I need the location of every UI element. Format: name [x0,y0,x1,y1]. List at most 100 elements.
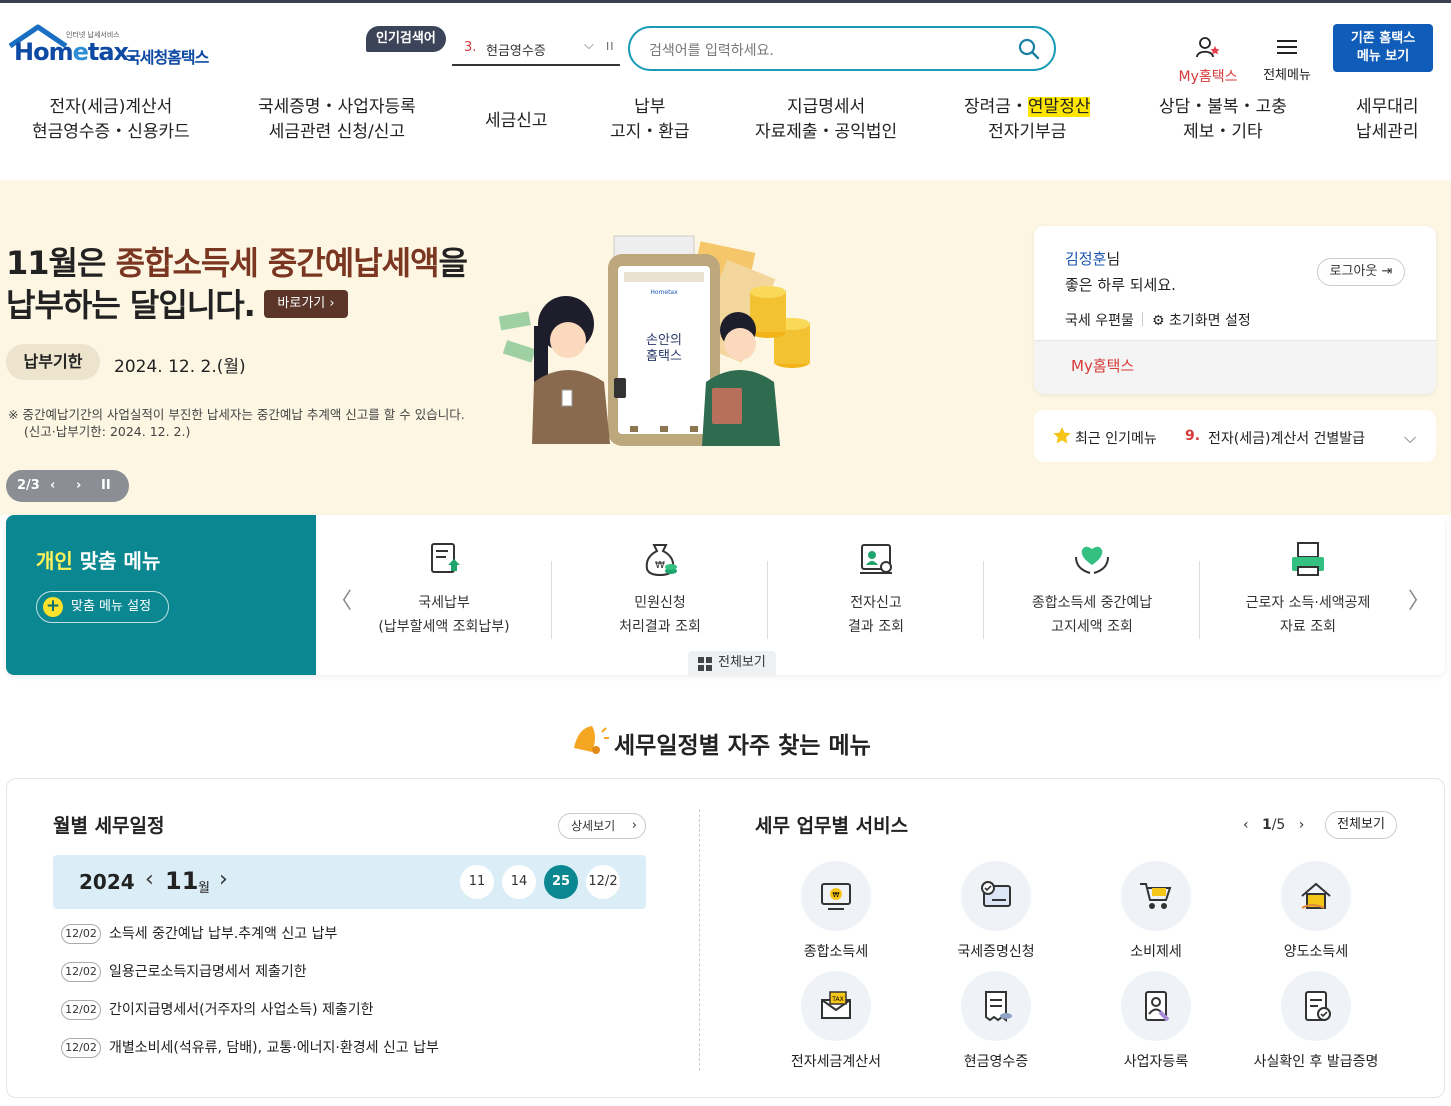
calendar-day[interactable]: 11 [460,865,494,899]
menu-card-e-filing-result[interactable]: 전자신고 결과 조회 [768,539,984,639]
all-menu-label: 전체메뉴 [1263,68,1311,83]
nav-e-invoice[interactable]: 전자(세금)계산서 현금영수증・신용카드 [32,95,190,145]
personal-menu: 개인 맞춤 메뉴 + 맞춤 메뉴 설정 〈 〉 국세납부 (납부할세액 조회납부) … [6,515,1445,675]
old-home-line2: 메뉴 보기 [1356,49,1410,64]
hamburger-icon [1277,40,1297,54]
top-border [0,0,1451,3]
nav-tax-agent[interactable]: 세무대리 납세관리 [1356,95,1419,145]
prev-month-icon[interactable]: ‹ [145,867,154,892]
shopping-cart-icon [1140,883,1172,909]
pause-icon[interactable]: II [606,40,615,53]
nav-certificate[interactable]: 국세증명・사업자등록 세금관련 신청/신고 [258,95,416,145]
user-star-icon [1196,37,1220,58]
calendar-day-selected[interactable]: 25 [544,865,578,899]
my-hometax-button[interactable]: My홈택스 [1174,36,1242,86]
grid-icon [698,657,712,671]
recent-label: 최근 인기메뉴 [1075,431,1157,447]
calendar-day[interactable]: 12/2 [586,865,620,899]
banner-page-indicator: 2/3 [17,478,40,493]
banner-go-button[interactable]: 바로가기 › [264,290,348,318]
bell-icon [574,726,609,754]
phone-text-1: 손안의 [646,333,682,348]
next-arrow-icon[interactable]: › [76,478,81,493]
main-navigation: 전자(세금)계산서 현금영수증・신용카드 국세증명・사업자등록 세금관련 신청/신고… [0,95,1451,151]
menu-card-civil-result[interactable]: ₩ 민원신청 처리결과 조회 [552,539,768,639]
calendar-day[interactable]: 14 [502,865,536,899]
calendar-detail-button[interactable]: 상세보기 › [558,813,646,839]
verified-document-icon [1305,991,1331,1021]
personal-all-view-button[interactable]: 전체보기 [688,651,776,675]
nav-payment[interactable]: 납부 고지・환급 [610,95,690,145]
banner-note: ※ 중간예납기간의 사업실적이 부진한 납세자는 중간예납 추계액 신고를 할 … [8,407,465,439]
plus-icon: + [43,597,63,617]
chevron-right-icon: › [631,818,637,833]
hometax-logo[interactable]: 인터넷 납세서비스 Hometax. 국세청홈택스 [8,24,228,76]
service-cash-receipt[interactable]: 현금영수증 [916,971,1076,1071]
service-certificate[interactable]: 국세증명신청 [916,861,1076,961]
certificate-icon [981,881,1011,907]
popular-rank-text[interactable]: 현금영수증 [486,40,546,59]
divider [1142,312,1143,326]
service-consumption-tax[interactable]: 소비제세 [1076,861,1236,961]
heart-hands-icon [1075,546,1109,574]
section-title-text: 세무일정별 자주 찾는 메뉴 [614,733,871,759]
recent-popular-menu[interactable]: 최근 인기메뉴 9. 전자(세금)계산서 건별발급 ⌵ [1034,410,1436,462]
nav-payment-statement[interactable]: 지급명세서 자료제출・공익법인 [755,95,897,145]
custom-menu-setting-button[interactable]: + 맞춤 메뉴 설정 [36,591,169,623]
my-hometax-label: My홈택스 [1178,69,1238,85]
search-input[interactable]: 검색어를 입력하세요. [649,40,774,60]
nav-consult[interactable]: 상담・불복・고충 제보・기타 [1159,95,1287,145]
schedule-item[interactable]: 12/02 일용근로소득지급명세서 제출기한 [61,961,307,982]
banner-illustration: Hometax 손안의 홈택스 [494,232,824,461]
schedule-item[interactable]: 12/02 개별소비세(석유류, 담배), 교통·에너지·환경세 신고 납부 [61,1037,439,1058]
menu-card-interim-prepayment[interactable]: 종합소득세 중간예납 고지세액 조회 [984,539,1200,639]
next-arrow-icon[interactable]: › [1299,817,1305,833]
service-income-tax[interactable]: ₩ 종합소득세 [756,861,916,961]
money-bag-icon: ₩ [645,544,677,577]
recent-text[interactable]: 전자(세금)계산서 건별발급 [1208,428,1365,448]
old-hometax-button[interactable]: 기존 홈택스 메뉴 보기 [1333,24,1433,72]
nav-year-end[interactable]: 장려금・연말정산 전자기부금 [964,95,1091,145]
search-icon[interactable] [1018,38,1040,64]
logout-icon: ⇥ [1381,264,1393,279]
home-settings-link[interactable]: ⚙ 초기화면 설정 [1152,310,1251,330]
main-banner: 11월은 종합소득세 중간예납세액을 납부하는 달입니다. 바로가기 › 납부기… [0,180,1451,515]
all-menu-button[interactable]: 전체메뉴 [1258,38,1316,83]
service-e-tax-invoice[interactable]: TAX 전자세금계산서 [756,971,916,1071]
menu-card-tax-payment[interactable]: 국세납부 (납부할세액 조회납부) [336,539,552,639]
next-month-icon[interactable]: › [219,867,228,892]
schedule-item[interactable]: 12/02 간이지급명세서(거주자의 사업소득) 제출기한 [61,999,374,1020]
logo-brand: Hometax. [14,38,137,66]
section-title: 세무일정별 자주 찾는 메뉴 [568,718,871,762]
svg-text:Hometax: Hometax [650,289,678,296]
calendar-title: 월별 세무일정 [53,815,165,837]
bottom-panel: 월별 세무일정 상세보기 › 2024 ‹ 11 월 › 11 14 25 12/… [6,778,1445,1098]
chevron-down-icon[interactable]: ⌵ [1404,428,1416,448]
menu-card-deduction-data[interactable]: 근로자 소득·세액공제 자료 조회 [1200,539,1416,639]
divider [699,809,700,1071]
svg-text:₩: ₩ [655,560,665,571]
pause-icon[interactable]: II [101,478,111,493]
e-filing-result-icon [860,544,892,574]
services-all-view-button[interactable]: 전체보기 [1325,811,1397,839]
chevron-down-icon[interactable]: ⌵ [584,38,594,53]
service-capital-gains-tax[interactable]: 양도소득세 [1236,861,1396,961]
popular-search-ticker[interactable]: 3. 현금영수증 ⌵ II [452,32,620,66]
nav-tax-filing[interactable]: 세금신고 [485,109,548,134]
search-box[interactable]: 검색어를 입력하세요. [628,26,1056,71]
mailbox-link[interactable]: 국세 우편물 [1065,310,1134,330]
schedule-item[interactable]: 12/02 소득세 중간예납 납부.추계액 신고 납부 [61,923,337,944]
income-tax-icon: ₩ [821,883,851,910]
service-business-registration[interactable]: 사업자등록 [1076,971,1236,1071]
receipt-icon [985,991,1012,1022]
due-label: 납부기한 [6,344,100,380]
prev-arrow-icon[interactable]: ‹ [1243,817,1249,833]
recent-rank: 9. [1185,428,1201,444]
prev-arrow-icon[interactable]: ‹ [50,478,55,493]
my-hometax-link[interactable]: My홈택스 [1034,340,1436,394]
gear-icon: ⚙ [1152,313,1165,329]
service-verified-certificate[interactable]: 사실확인 후 발급증명 [1236,971,1396,1071]
svg-text:₩: ₩ [833,891,840,899]
calendar-bar: 2024 ‹ 11 월 › 11 14 25 12/2 [53,855,646,909]
logout-button[interactable]: 로그아웃 ⇥ [1317,258,1405,286]
